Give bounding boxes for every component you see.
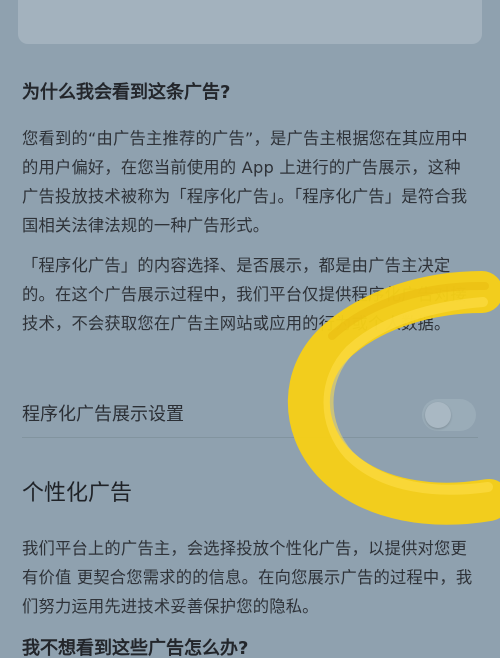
programmatic-ad-setting-row: 程序化广告展示设置 xyxy=(22,393,478,438)
programmatic-ad-explanation: 您看到的“由广告主推荐的广告”，是广告主根据您在其应用中的用户偏好，在您当前使用… xyxy=(22,129,468,235)
toggle-knob xyxy=(425,402,451,428)
opt-out-heading: 我不想看到这些广告怎么办? xyxy=(22,638,249,658)
ad-selection-explanation: 「程序化广告」的内容选择、是否展示，都是由广告主决定的。在这个广告展示过程中，我… xyxy=(22,256,467,333)
ad-info-page: 为什么我会看到这条广告? 您看到的“由广告主推荐的广告”，是广告主根据您在其应用… xyxy=(0,0,500,658)
programmatic-ad-setting-label: 程序化广告展示设置 xyxy=(22,404,184,425)
top-card xyxy=(18,0,482,44)
programmatic-ad-toggle[interactable] xyxy=(422,399,476,431)
why-see-ad-heading: 为什么我会看到这条广告? xyxy=(22,82,231,103)
personalized-ads-description: 我们平台上的广告主，会选择投放个性化广告，以提供对您更有价值 更契合您需求的的信… xyxy=(22,539,473,616)
personalized-ads-title: 个性化广告 xyxy=(22,481,133,506)
